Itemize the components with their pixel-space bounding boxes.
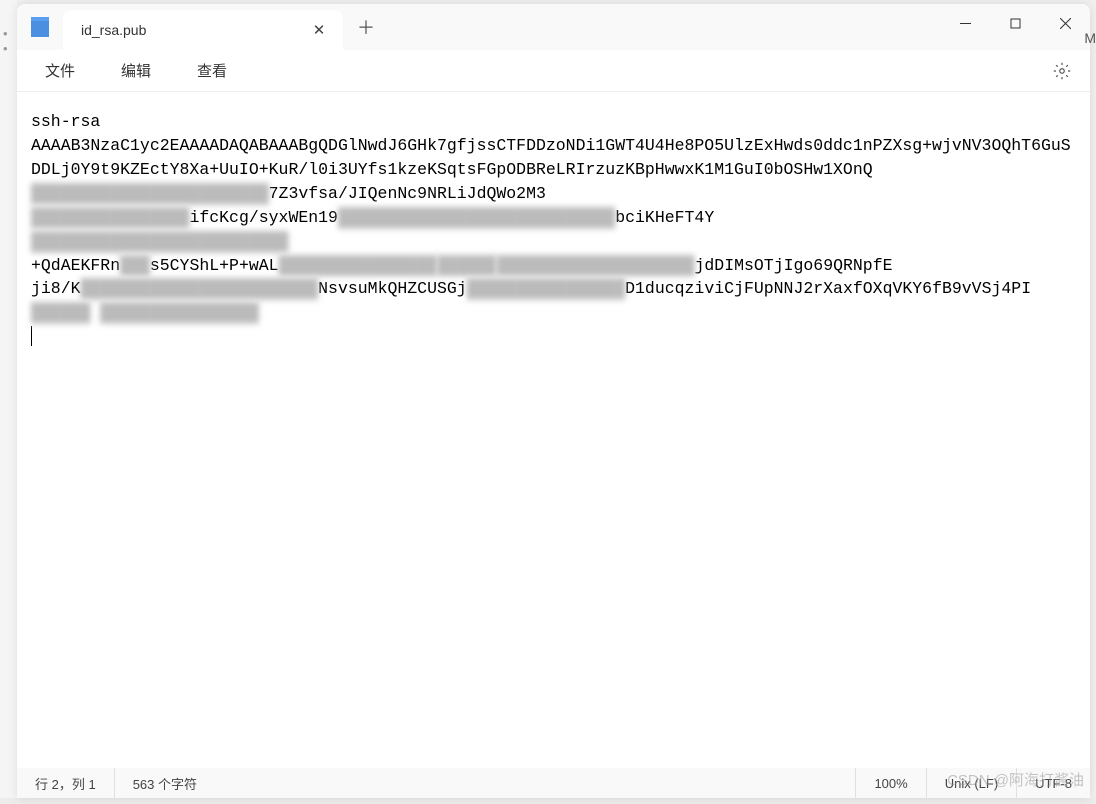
- status-zoom[interactable]: 100%: [856, 768, 926, 798]
- status-encoding[interactable]: UTF-8: [1017, 768, 1090, 798]
- titlebar[interactable]: id_rsa.pub ✕ ＋: [17, 4, 1090, 50]
- minimize-button[interactable]: [940, 4, 990, 42]
- settings-button[interactable]: [1044, 53, 1080, 89]
- redacted-text: ████████████████: [31, 206, 189, 230]
- tab-close-button[interactable]: ✕: [307, 18, 331, 42]
- menubar: 文件 编辑 查看: [17, 50, 1090, 92]
- notepad-icon: [31, 17, 49, 37]
- redacted-text: ██████: [437, 254, 496, 278]
- redacted-text: ████████████████: [467, 277, 625, 301]
- text-cursor: [31, 326, 32, 346]
- maximize-button[interactable]: [990, 4, 1040, 42]
- new-tab-button[interactable]: ＋: [343, 4, 389, 50]
- redacted-text: ████████████████: [100, 301, 258, 325]
- redacted-text: ████████████████████: [496, 254, 694, 278]
- redacted-text: ███: [120, 254, 150, 278]
- redacted-text: ████████████████████████: [31, 182, 269, 206]
- redacted-text: ██████████████████████████: [31, 230, 288, 254]
- file-content: ssh-rsa AAAAB3NzaC1yc2EAAAADAQABAAABgQDG…: [31, 110, 1080, 349]
- background-dots: • •: [3, 26, 17, 56]
- status-char-count[interactable]: 563 个字符: [115, 768, 857, 798]
- maximize-icon: [1010, 18, 1021, 29]
- menu-view[interactable]: 查看: [179, 54, 245, 87]
- close-icon: [1060, 18, 1071, 29]
- redacted-text: ██████: [31, 301, 90, 325]
- statusbar: 行 2，列 1 563 个字符 100% Unix (LF) UTF-8: [17, 768, 1090, 798]
- redacted-text: ████████████████████████: [81, 277, 319, 301]
- titlebar-drag-area[interactable]: [389, 4, 940, 50]
- status-position[interactable]: 行 2，列 1: [17, 768, 115, 798]
- background-bottom: [0, 798, 1096, 804]
- background-right-label: M: [1084, 30, 1096, 46]
- file-tab[interactable]: id_rsa.pub ✕: [63, 10, 343, 50]
- redacted-text: ████████████████████████████: [338, 206, 615, 230]
- gear-icon: [1053, 62, 1071, 80]
- text-editor-area[interactable]: ssh-rsa AAAAB3NzaC1yc2EAAAADAQABAAABgQDG…: [17, 92, 1090, 768]
- tab-title: id_rsa.pub: [81, 22, 307, 38]
- close-button[interactable]: [1040, 4, 1090, 42]
- status-eol[interactable]: Unix (LF): [927, 768, 1017, 798]
- minimize-icon: [960, 18, 971, 29]
- background-left-edge: • •: [0, 0, 17, 804]
- app-icon: [17, 4, 63, 50]
- menu-edit[interactable]: 编辑: [103, 54, 169, 87]
- window-controls: [940, 4, 1090, 50]
- notepad-window: id_rsa.pub ✕ ＋ 文件 编辑 查看: [17, 4, 1090, 798]
- redacted-text: ████████████████: [279, 254, 437, 278]
- menu-file[interactable]: 文件: [27, 54, 93, 87]
